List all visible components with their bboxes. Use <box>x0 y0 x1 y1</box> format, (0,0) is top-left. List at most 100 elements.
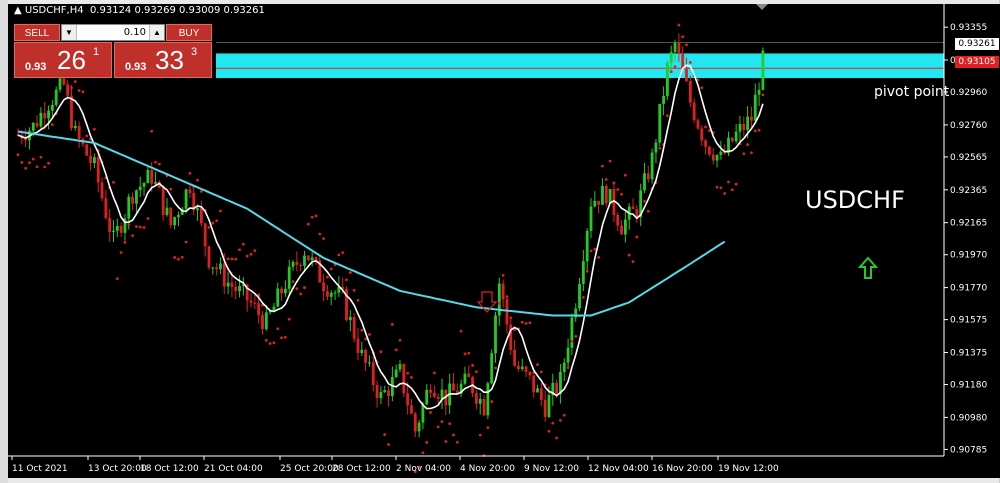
candle-bull <box>440 389 444 399</box>
candle-bull <box>379 392 383 399</box>
sar-dot <box>177 257 180 261</box>
sar-dot <box>673 65 677 69</box>
sar-dot <box>284 335 287 339</box>
sar-dot <box>383 433 387 436</box>
sar-dot <box>280 336 283 340</box>
candle-bear <box>620 225 623 235</box>
lot-decrease-icon[interactable]: ▼ <box>62 25 77 40</box>
candle-bull <box>47 110 50 119</box>
candle-bull <box>650 152 654 180</box>
sar-dot <box>329 267 333 271</box>
sar-dot <box>608 159 612 163</box>
pivot-zone-rect <box>216 53 944 79</box>
sell-button[interactable]: SELL <box>14 24 60 41</box>
sar-dot <box>306 222 310 226</box>
candle-bear <box>631 206 635 210</box>
chart-window[interactable]: 0.933550.931550.929600.927600.925650.923… <box>8 4 1000 478</box>
candle-bull <box>559 371 562 394</box>
pivot-zone <box>216 42 944 79</box>
candle-bull <box>486 383 490 416</box>
sar-dot <box>115 277 119 281</box>
candle-bear <box>108 218 112 233</box>
lot-size-input[interactable] <box>78 26 146 39</box>
candle-bear <box>352 316 356 339</box>
sar-dot <box>635 235 639 239</box>
candle-bull <box>601 185 604 205</box>
price-tick-label: 0.93355 <box>950 23 987 33</box>
sar-dot <box>425 441 429 444</box>
candle-bull <box>333 292 337 294</box>
candle-bull <box>138 186 142 191</box>
candle-bull <box>643 173 646 191</box>
candle-bear <box>280 288 283 294</box>
candle-bear <box>131 196 134 204</box>
candle-bull <box>425 389 429 405</box>
candle-bull <box>146 170 150 184</box>
candle-bear <box>215 267 219 270</box>
sar-dot <box>704 125 707 129</box>
candle-bull <box>360 349 364 353</box>
candle-bear <box>700 128 704 141</box>
sar-dot <box>387 443 390 446</box>
candle-bull <box>284 288 287 294</box>
candle-bear <box>696 120 700 129</box>
candle-bull <box>478 398 482 404</box>
sar-dot <box>310 215 314 219</box>
candle-bull <box>54 89 58 105</box>
candle-bear <box>692 102 696 121</box>
candle-bear <box>375 385 379 399</box>
sar-dot <box>322 237 325 241</box>
sar-dot <box>616 188 620 191</box>
sar-dot <box>658 146 662 150</box>
sar-dot <box>727 180 730 184</box>
collapse-triangle-icon[interactable]: ▲ <box>14 5 22 16</box>
buy-price-button[interactable]: 0.93 33 3 <box>114 42 212 78</box>
candle-bull <box>494 315 497 354</box>
candle-bull <box>177 214 180 218</box>
sar-dot <box>497 301 501 305</box>
sell-price-prefix: 0.93 <box>25 61 47 73</box>
sell-price-button[interactable]: 0.93 26 1 <box>14 42 112 78</box>
lot-increase-icon[interactable]: ▲ <box>149 25 164 40</box>
candle-bull <box>394 369 398 378</box>
sar-dot <box>700 86 704 90</box>
sar-dot <box>475 370 478 374</box>
candle-bear <box>501 283 505 300</box>
candle-bull <box>93 157 96 164</box>
sar-dot <box>601 164 604 168</box>
sar-dot <box>471 363 474 367</box>
candle-bull <box>135 190 138 204</box>
candle-bear <box>261 315 264 330</box>
moving-averages <box>17 64 764 410</box>
sar-dot <box>746 143 750 146</box>
sar-dot <box>253 249 257 252</box>
sell-price-fraction: 1 <box>93 46 100 58</box>
candle-bear <box>685 68 688 81</box>
sar-dot <box>230 257 234 261</box>
candle-bear <box>517 365 520 369</box>
candle-bull <box>673 42 677 53</box>
buy-button[interactable]: BUY <box>166 24 212 41</box>
candle-bear <box>730 137 734 142</box>
candle-bear <box>646 173 650 180</box>
candle-bear <box>528 371 532 376</box>
candle-bear <box>750 116 753 121</box>
candle-bull <box>383 390 387 393</box>
sar-dot <box>627 253 631 257</box>
sar-dot <box>142 226 146 229</box>
candle-bull <box>520 366 524 369</box>
sar-dot <box>138 225 142 229</box>
pivot-price-tag: 0.93105 <box>955 56 999 68</box>
candle-bear <box>150 170 154 184</box>
sar-dot <box>555 436 559 440</box>
candle-bull <box>581 261 585 284</box>
sar-dot <box>436 425 440 429</box>
candle-bear <box>249 300 253 303</box>
sar-dot <box>421 451 425 455</box>
sar-dot <box>43 165 47 169</box>
sar-dot <box>238 248 241 252</box>
sar-dot <box>222 265 226 269</box>
sar-dot <box>448 422 452 426</box>
candle-bull <box>719 151 723 156</box>
candle-bear <box>532 375 536 393</box>
